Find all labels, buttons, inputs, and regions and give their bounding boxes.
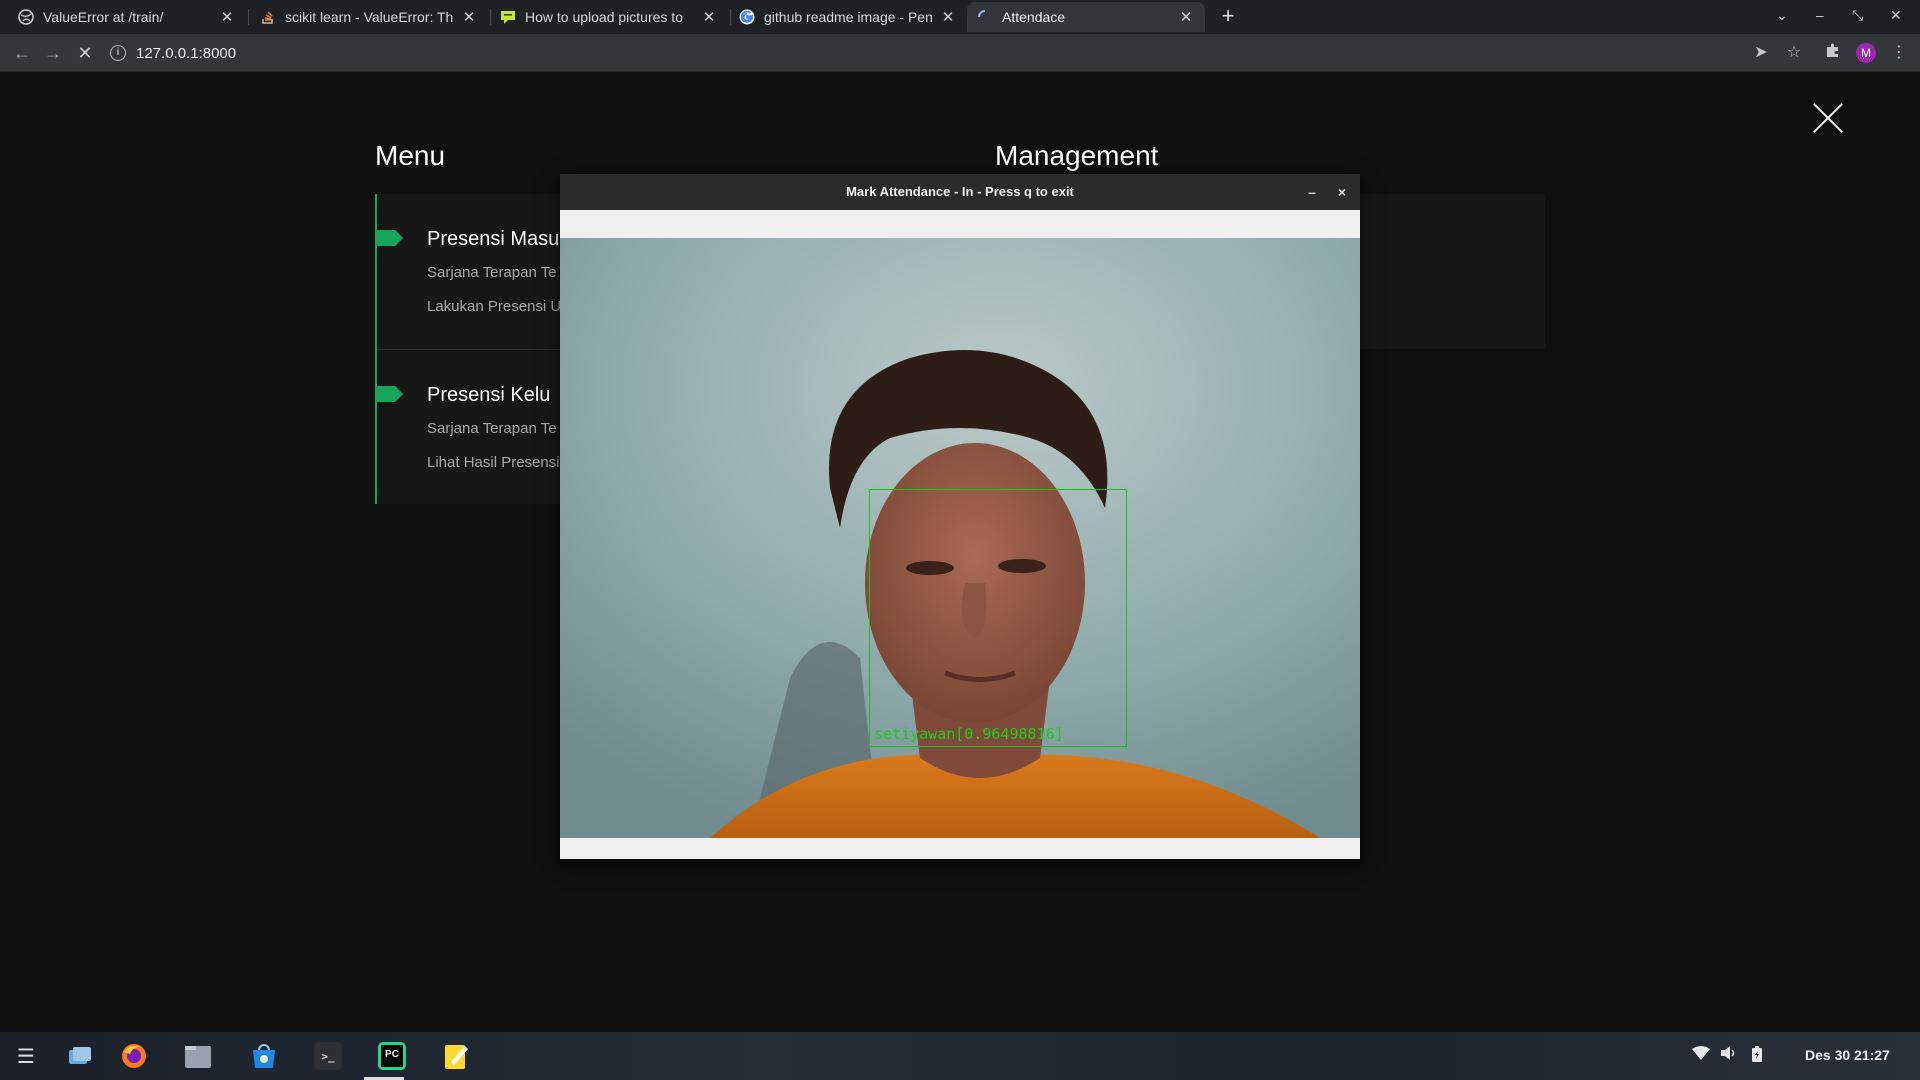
- management-heading: Management: [995, 140, 1159, 171]
- tab-upload-pictures[interactable]: How to upload pictures to ✕: [490, 2, 728, 32]
- face-recognition-label: setiyawan[0.96498816]: [874, 725, 1064, 743]
- tab-scikit-learn[interactable]: scikit learn - ValueError: Th ✕: [250, 2, 488, 32]
- window-minimize-icon[interactable]: –: [1816, 7, 1824, 23]
- wifi-icon[interactable]: [1692, 1046, 1710, 1063]
- profile-avatar[interactable]: M: [1856, 43, 1876, 63]
- menu-heading: Menu: [375, 140, 446, 171]
- new-tab-icon[interactable]: +: [1216, 5, 1240, 29]
- tab-title: ValueError at /train/: [43, 9, 164, 25]
- extensions-puzzle-icon[interactable]: [1822, 42, 1844, 64]
- menu-item-subtitle: Sarjana Terapan Te: [427, 420, 557, 437]
- tab-close-icon[interactable]: ✕: [218, 8, 236, 26]
- close-icon[interactable]: [1812, 102, 1844, 134]
- files-icon[interactable]: [184, 1042, 212, 1070]
- browser-toolbar: ← → ✕ i 127.0.0.1:8000 ➤ ☆ M ⋮: [0, 34, 1920, 72]
- face-detection-box: [869, 489, 1127, 747]
- browser-tab-strip: ValueError at /train/ ✕ scikit learn - V…: [0, 0, 1920, 34]
- camera-window-titlebar[interactable]: Mark Attendance - In - Press q to exit –…: [560, 174, 1360, 210]
- tab-separator: [248, 9, 249, 25]
- send-icon[interactable]: ➤: [1750, 42, 1772, 64]
- software-store-icon[interactable]: [250, 1042, 278, 1070]
- camera-window[interactable]: Mark Attendance - In - Press q to exit –…: [560, 174, 1360, 859]
- menu-item-title: Presensi Kelu: [427, 384, 551, 406]
- window-close-icon[interactable]: ✕: [1890, 7, 1902, 24]
- volume-icon[interactable]: [1720, 1046, 1738, 1063]
- terminal-icon[interactable]: >_: [314, 1042, 342, 1070]
- google-icon: [739, 9, 755, 25]
- webcam-feed: setiyawan[0.96498816]: [560, 238, 1360, 838]
- firefox-icon[interactable]: [120, 1042, 148, 1070]
- loading-spinner-icon: [977, 9, 993, 25]
- kebab-menu-icon[interactable]: ⋮: [1888, 42, 1910, 64]
- menu-item-description: Lihat Hasil Presensi: [427, 454, 560, 471]
- flag-icon: [377, 230, 403, 246]
- tab-title: How to upload pictures to: [525, 9, 683, 25]
- menu-item-title: Presensi Masu: [427, 228, 560, 250]
- menu-item-subtitle: Sarjana Terapan Te: [427, 264, 557, 281]
- address-bar[interactable]: i 127.0.0.1:8000: [110, 39, 1750, 67]
- tab-title: Attendace: [1002, 9, 1066, 25]
- tab-close-icon[interactable]: ✕: [460, 8, 478, 26]
- forward-arrow-icon[interactable]: →: [42, 42, 64, 64]
- os-taskbar: ☰ >_ PC Des 30 21:27: [0, 1032, 1920, 1080]
- back-arrow-icon[interactable]: ←: [11, 42, 33, 64]
- tab-search-chevron-icon[interactable]: ⌄: [1776, 7, 1788, 24]
- pycharm-icon[interactable]: PC: [378, 1042, 406, 1070]
- clock[interactable]: Des 30 21:27: [1805, 1047, 1890, 1063]
- tab-close-icon[interactable]: ✕: [700, 8, 718, 26]
- globe-icon: [18, 9, 34, 25]
- text-editor-icon[interactable]: [442, 1042, 470, 1070]
- flag-icon: [377, 386, 403, 402]
- tab-attendace[interactable]: Attendace ✕: [967, 2, 1205, 32]
- tab-close-icon[interactable]: ✕: [939, 8, 957, 26]
- stop-loading-icon[interactable]: ✕: [74, 42, 96, 64]
- chat-bubble-icon: [500, 9, 516, 25]
- battery-icon[interactable]: [1752, 1046, 1762, 1065]
- tab-github-readme[interactable]: github readme image - Pen ✕: [729, 2, 967, 32]
- menu-item-description: Lakukan Presensi Ur: [427, 298, 567, 315]
- window-minimize-icon[interactable]: –: [1302, 174, 1322, 210]
- stackoverflow-icon: [260, 9, 276, 25]
- bookmark-star-icon[interactable]: ☆: [1783, 42, 1805, 64]
- window-restore-icon[interactable]: ⤡: [1852, 7, 1863, 24]
- tab-valueerror[interactable]: ValueError at /train/ ✕: [8, 2, 246, 32]
- site-info-icon[interactable]: i: [110, 45, 126, 61]
- url-text: 127.0.0.1:8000: [136, 44, 237, 62]
- workspaces-icon[interactable]: [66, 1042, 94, 1070]
- tab-close-icon[interactable]: ✕: [1177, 8, 1195, 26]
- camera-window-title: Mark Attendance - In - Press q to exit: [846, 184, 1074, 199]
- tab-title: github readme image - Pen: [764, 9, 933, 25]
- tab-title: scikit learn - ValueError: Th: [285, 9, 454, 25]
- window-close-icon[interactable]: ×: [1332, 174, 1352, 210]
- zorin-menu-icon[interactable]: ☰: [12, 1042, 40, 1070]
